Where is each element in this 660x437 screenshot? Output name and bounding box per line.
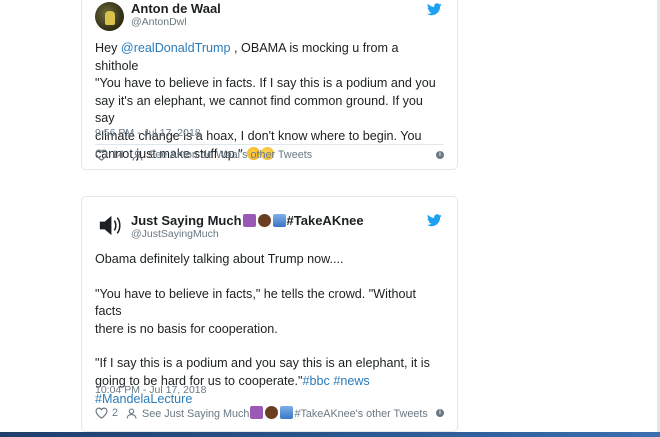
person-icon	[132, 150, 143, 160]
heart-icon[interactable]	[95, 407, 108, 419]
speaker-icon[interactable]	[95, 211, 124, 240]
text-segment: "If I say this is a podium and you say t…	[95, 356, 430, 371]
tweet-line: Hey @realDonaldTrump , OBAMA is mocking …	[95, 40, 445, 75]
tweet-paragraph: "You have to believe in facts," he tells…	[95, 286, 445, 339]
heart-icon[interactable]	[95, 149, 108, 161]
person-icon	[126, 408, 137, 418]
tweet-timestamp[interactable]: 9:56 PM - Jul 17, 2018	[95, 127, 201, 139]
atom-emoji-icon	[242, 214, 256, 227]
tweet-actions: 14 See Anton de Waal's other Tweets i	[95, 145, 444, 165]
other-tweets-link[interactable]: See Just Saying Much #TakeAKnee's other T…	[142, 406, 428, 420]
building-emoji-icon	[280, 406, 294, 419]
tweet-timestamp[interactable]: 10:04 PM - Jul 17, 2018	[95, 384, 207, 396]
author-handle[interactable]: @JustSayingMuch	[131, 228, 219, 240]
building-emoji-icon	[272, 214, 286, 227]
text-segment: there is no basis for cooperation.	[95, 321, 278, 336]
author-handle[interactable]: @AntonDwl	[131, 16, 187, 28]
tweet-header: Anton de Waal @AntonDwl	[82, 0, 457, 39]
author-name-suffix[interactable]: #TakeAKnee	[287, 213, 364, 228]
tweet-line: say it's an elephant, we cannot find com…	[95, 93, 423, 126]
tweet-card-1[interactable]: Anton de Waal @AntonDwl Hey @realDonaldT…	[81, 0, 458, 170]
author-name-text[interactable]: Just Saying Much	[131, 213, 242, 228]
other-tweets-prefix[interactable]: See Just Saying Much	[142, 408, 249, 420]
author-name[interactable]: Just Saying Much #TakeAKnee	[131, 213, 364, 228]
twitter-bird-icon[interactable]	[427, 3, 442, 16]
text-segment: "You have to believe in facts," he tells…	[95, 286, 416, 319]
other-tweets-link[interactable]: See Anton de Waal's other Tweets	[148, 149, 312, 161]
text-segment: Hey	[95, 41, 121, 55]
tweet-card-2[interactable]: Just Saying Much #TakeAKnee @JustSayingMu…	[81, 196, 458, 432]
tweet-paragraph: "If I say this is a podium and you say t…	[95, 355, 445, 408]
tweet-line: "You have to believe in facts. If I say …	[95, 76, 436, 91]
text-segment: Obama definitely talking about Trump now…	[95, 252, 344, 266]
like-count[interactable]: 2	[112, 407, 118, 419]
raised-fist-emoji-icon	[265, 406, 279, 419]
tweet-header: Just Saying Much #TakeAKnee @JustSayingMu…	[82, 197, 457, 243]
info-icon[interactable]: i	[436, 151, 444, 159]
like-count[interactable]: 14	[112, 149, 124, 161]
taskbar-edge	[0, 432, 660, 437]
twitter-bird-icon[interactable]	[427, 214, 442, 227]
author-name[interactable]: Anton de Waal	[131, 1, 221, 16]
tweet-paragraph: Obama definitely talking about Trump now…	[95, 251, 445, 269]
hashtag-link[interactable]: #news	[333, 374, 369, 388]
mention-link[interactable]: @realDonaldTrump	[121, 41, 231, 55]
avatar[interactable]	[95, 2, 124, 31]
atom-emoji-icon	[250, 406, 264, 419]
hashtag-link[interactable]: #bbc	[303, 374, 330, 388]
raised-fist-emoji-icon	[257, 214, 271, 227]
info-icon[interactable]: i	[436, 409, 444, 417]
other-tweets-suffix[interactable]: #TakeAKnee's other Tweets	[294, 408, 427, 420]
tweet-actions: 2 See Just Saying Much #TakeAKnee's other…	[95, 403, 444, 423]
